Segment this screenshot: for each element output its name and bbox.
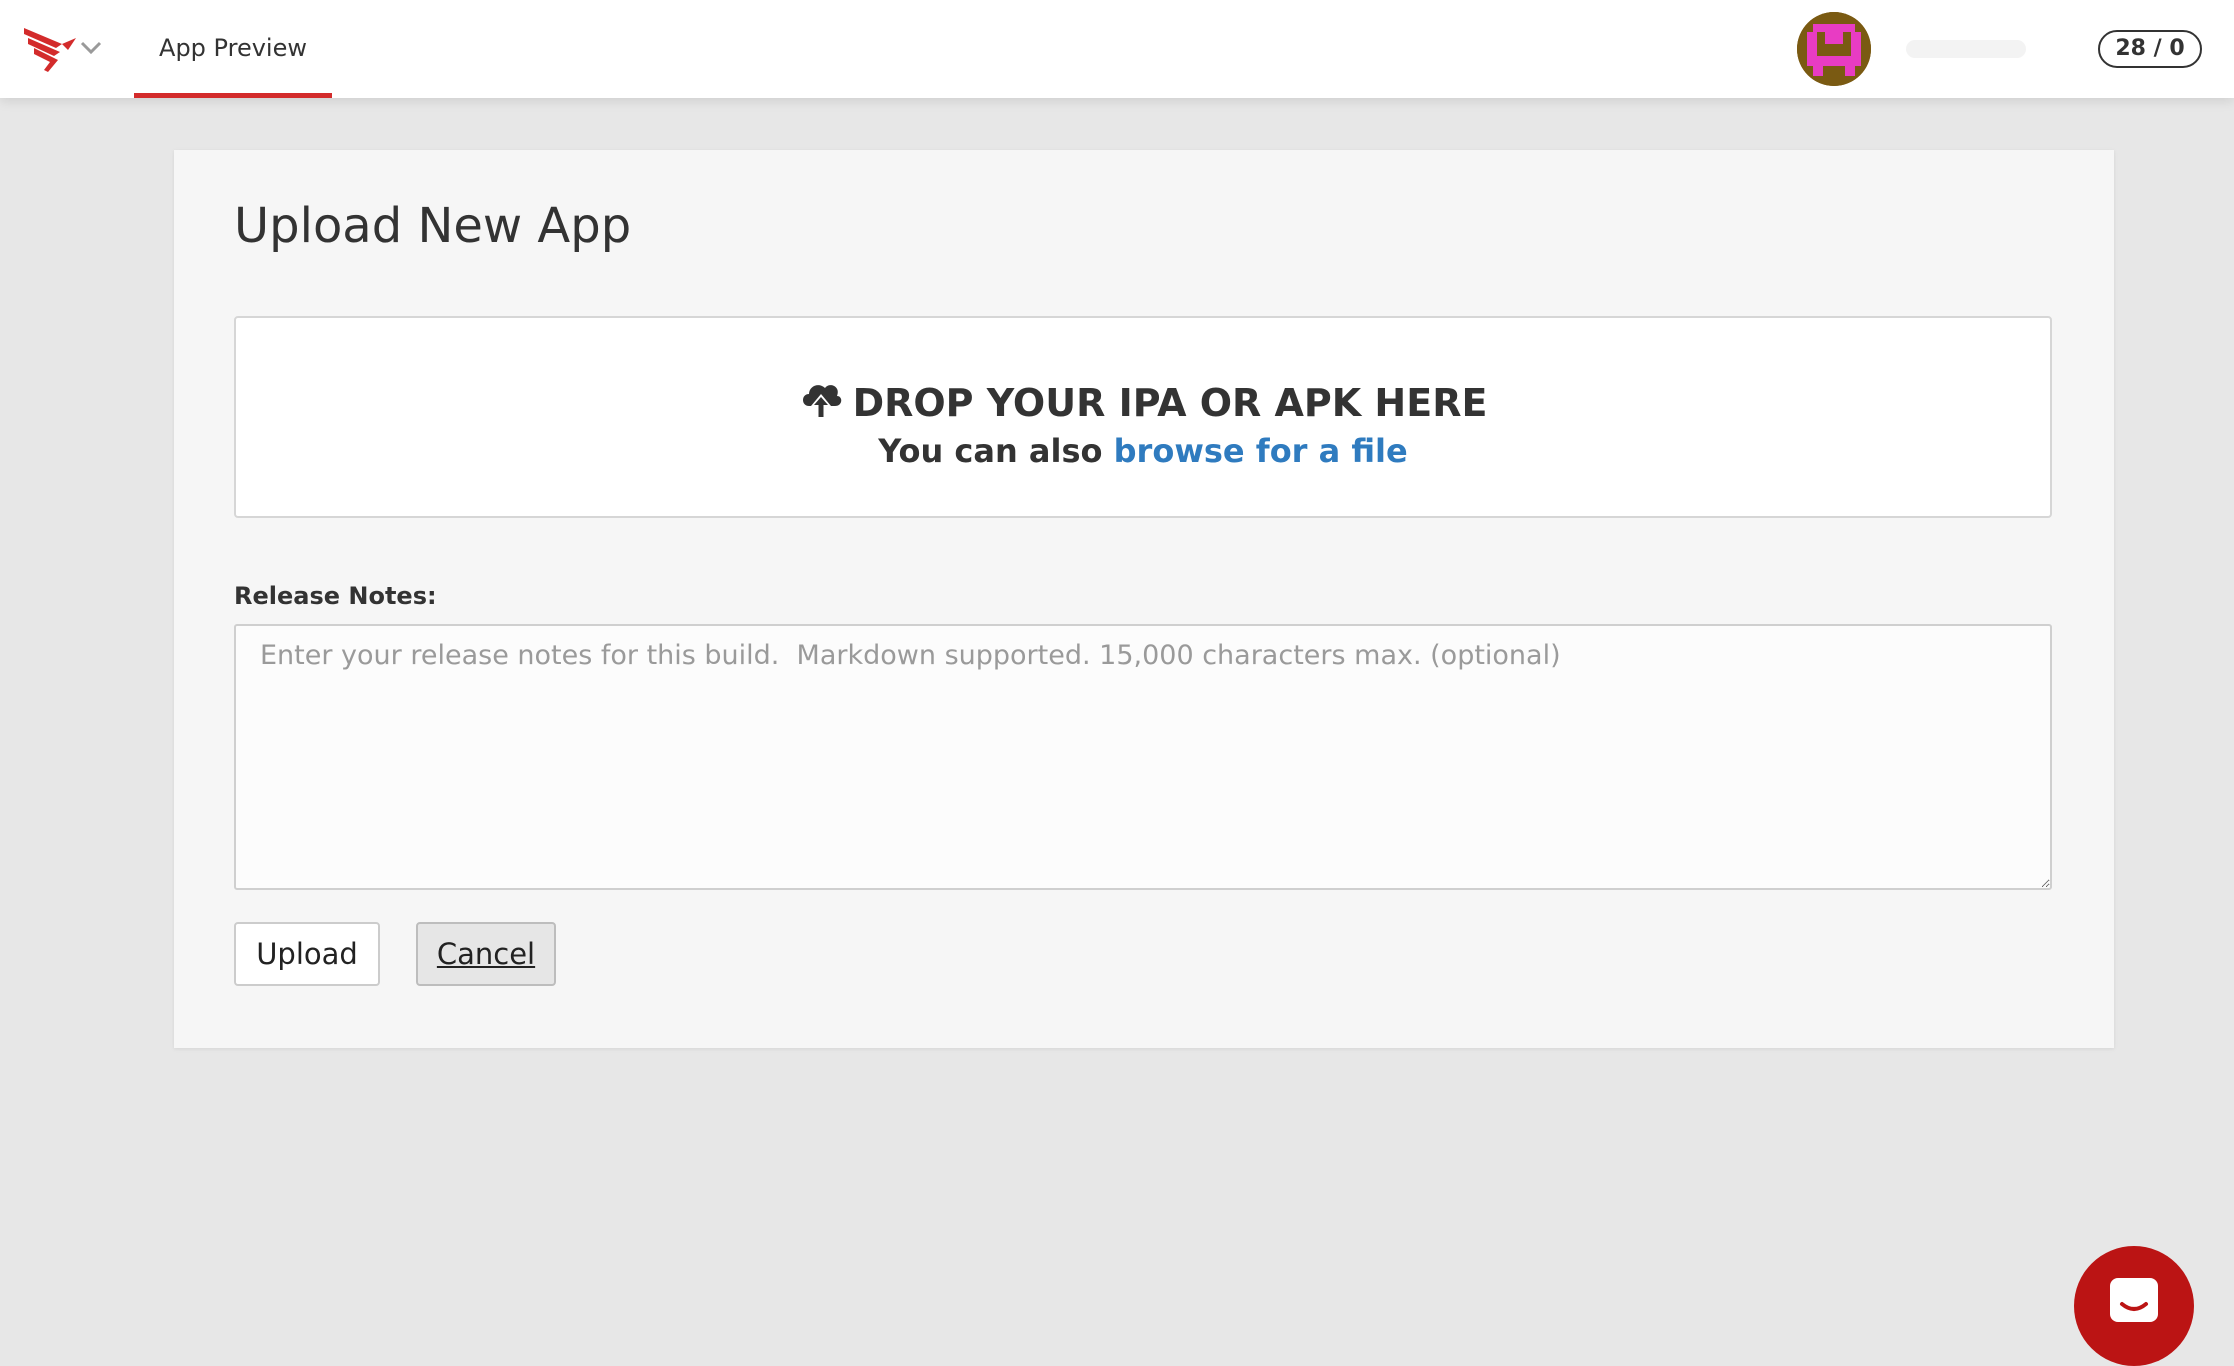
file-dropzone[interactable]: DROP YOUR IPA OR APK HERE You can also b… [234, 316, 2052, 518]
dropzone-subtext: You can also [878, 432, 1114, 470]
upload-card: Upload New App DROP YOUR IPA OR APK HERE… [174, 150, 2114, 1048]
browse-file-link[interactable]: browse for a file [1114, 432, 1408, 470]
counter-badge[interactable]: 28 / 0 [2098, 30, 2202, 68]
upload-button[interactable]: Upload [234, 922, 380, 986]
avatar[interactable] [1797, 12, 1871, 86]
chevron-down-icon[interactable] [80, 40, 102, 56]
dropzone-heading: DROP YOUR IPA OR APK HERE [852, 381, 1488, 425]
red-bird-logo-icon[interactable] [22, 24, 78, 74]
chat-launcher-button[interactable] [2074, 1246, 2194, 1366]
release-notes-label: Release Notes: [234, 582, 437, 610]
release-notes-input[interactable] [234, 624, 2052, 890]
username-placeholder [1906, 40, 2026, 58]
dropzone-heading-row: DROP YOUR IPA OR APK HERE [236, 380, 2050, 425]
chat-bubble-icon [2110, 1278, 2158, 1322]
tab-app-preview[interactable]: App Preview [134, 0, 332, 98]
tab-app-preview-label: App Preview [159, 34, 307, 62]
active-tab-indicator [134, 93, 332, 98]
cancel-button[interactable]: Cancel [416, 922, 556, 986]
top-navigation-bar: App Preview 28 / 0 [0, 0, 2234, 98]
page-title: Upload New App [234, 198, 632, 254]
pixel-avatar-icon [1797, 12, 1871, 86]
dropzone-subtext-row: You can also browse for a file [236, 432, 2050, 470]
cloud-upload-icon [802, 385, 841, 418]
